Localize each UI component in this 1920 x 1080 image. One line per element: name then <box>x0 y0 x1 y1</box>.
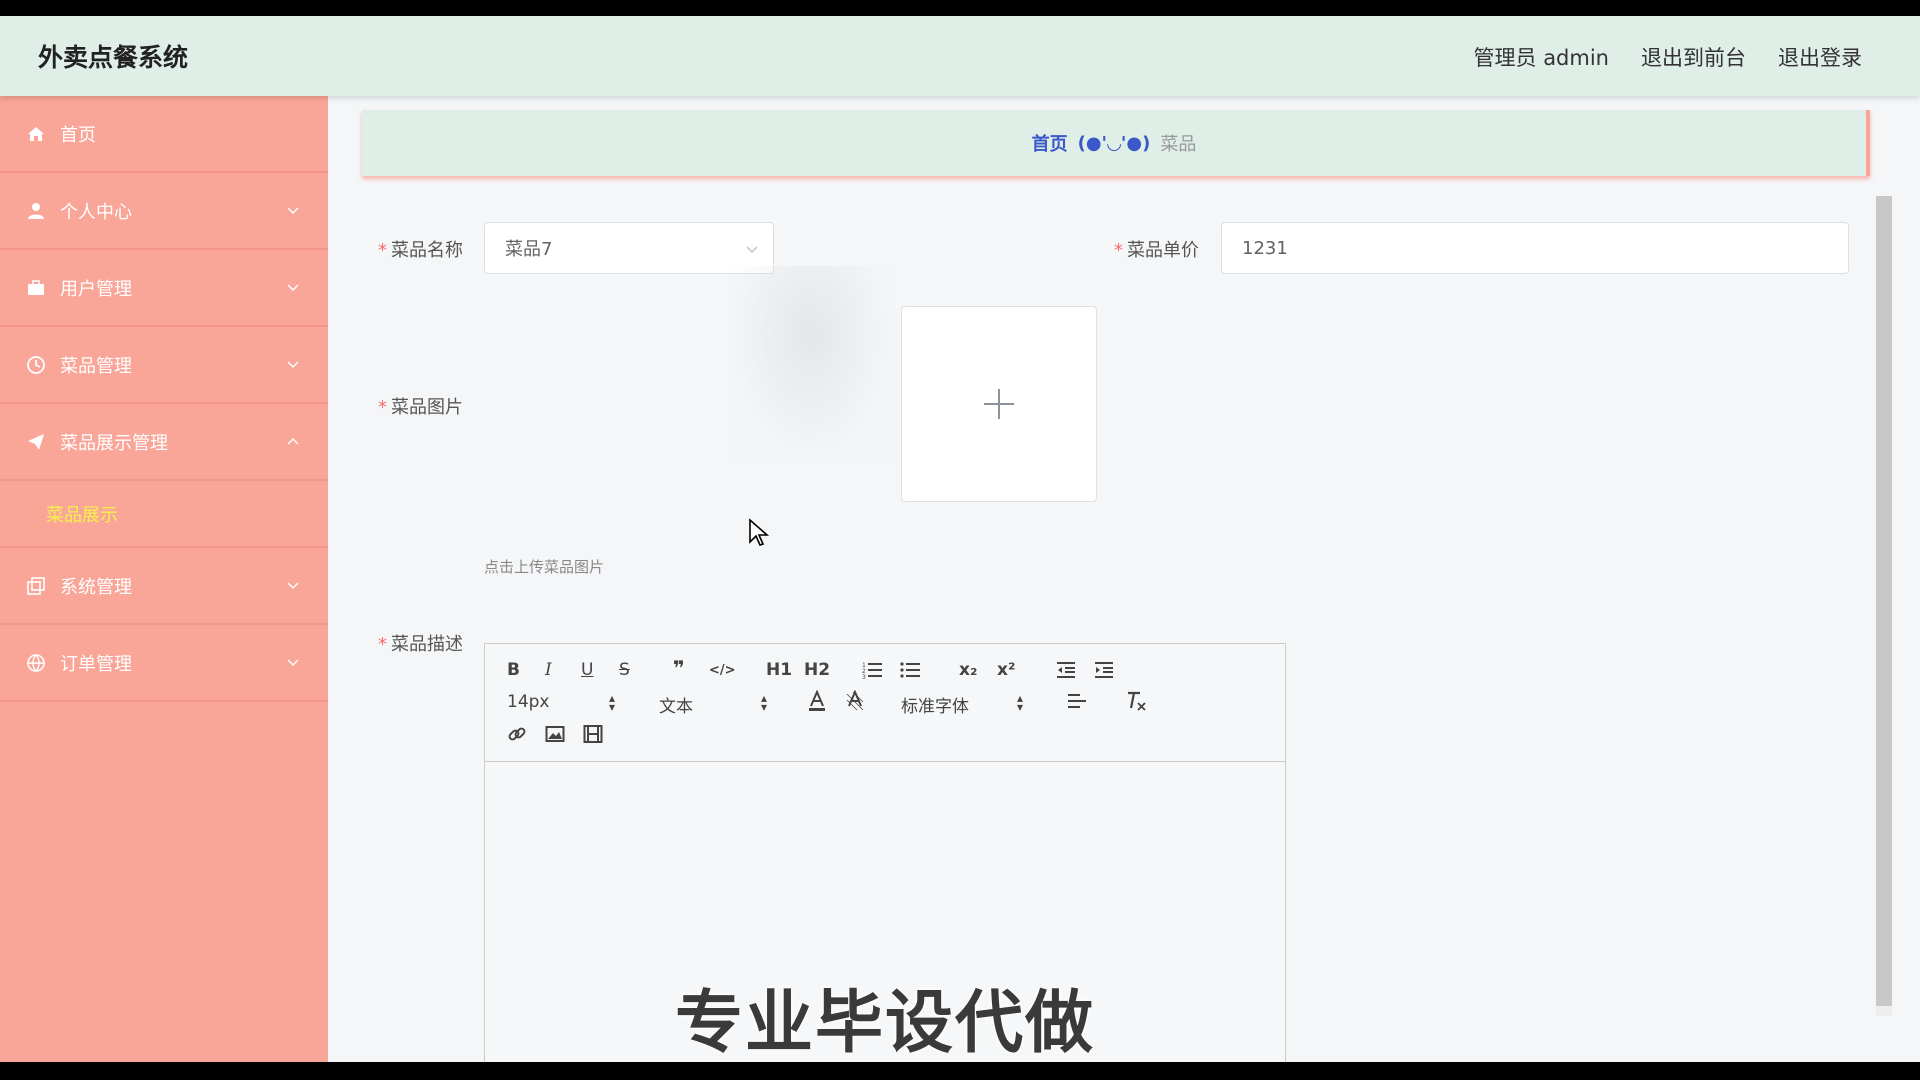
chevron-down-icon <box>287 582 299 590</box>
sidebar-item-profile[interactable]: 个人中心 <box>0 173 328 250</box>
main-content: 首页 (●'◡'●) 菜品 *菜品名称 菜品7 *菜品单价 *菜品图片 点击上传… <box>328 96 1900 1062</box>
editor-content-area[interactable]: 专业毕设代做 <box>485 762 1285 1062</box>
dish-price-label: * 菜品单价 <box>1114 240 1199 261</box>
align-left-icon <box>1068 694 1086 708</box>
align-button[interactable] <box>1067 692 1087 710</box>
strike-button[interactable]: S <box>619 659 630 681</box>
chevron-down-icon <box>287 659 299 667</box>
underline-button[interactable]: U <box>581 659 593 681</box>
dish-name-value: 菜品7 <box>505 239 553 260</box>
chevron-up-icon <box>287 437 299 445</box>
globe-icon <box>26 653 46 673</box>
sidebar-item-system[interactable]: 系统管理 <box>0 548 328 625</box>
mouse-pointer-icon <box>749 518 770 546</box>
font-color-icon <box>809 690 825 711</box>
sidebar-item-label: 菜品管理 <box>60 355 132 377</box>
italic-button[interactable]: I <box>545 659 552 681</box>
outdent-button[interactable] <box>1055 660 1077 680</box>
font-color-button[interactable] <box>807 690 827 712</box>
font-size-select[interactable]: 14px ▴ ▾ <box>507 691 619 714</box>
header-links: 管理员 admin 退出到前台 退出登录 <box>1474 42 1862 72</box>
sidebar-subitem-dish-display[interactable]: 菜品展示 <box>0 481 328 548</box>
code-block-button[interactable]: </> <box>709 660 736 682</box>
sidebar-item-label: 用户管理 <box>60 278 132 300</box>
breadcrumb-home-link[interactable]: 首页 <box>1032 130 1068 156</box>
header-format-select[interactable]: 文本 ▴ ▾ <box>659 692 771 717</box>
select-arrows-icon: ▴ ▾ <box>761 691 768 714</box>
briefcase-icon <box>26 278 46 298</box>
dish-price-input[interactable] <box>1221 222 1849 274</box>
image-button[interactable] <box>545 724 565 744</box>
editor-toolbar: B I U S ❞ </> H1 H2 123 x₂ x² 14px ▴ ▾ 文… <box>485 644 1285 762</box>
svg-text:3: 3 <box>862 674 866 680</box>
background-color-button[interactable] <box>845 690 865 712</box>
exit-to-frontend-link[interactable]: 退出到前台 <box>1641 42 1746 72</box>
paper-plane-icon <box>26 432 46 452</box>
indent-button[interactable] <box>1093 660 1115 680</box>
faded-background-image <box>728 266 893 461</box>
chevron-down-icon <box>287 207 299 215</box>
ordered-list-button[interactable]: 123 <box>862 660 884 680</box>
subscript-button[interactable]: x₂ <box>959 659 977 681</box>
sidebar-item-home[interactable]: 首页 <box>0 96 328 173</box>
top-header: 外卖点餐系统 管理员 admin 退出到前台 退出登录 <box>0 16 1920 96</box>
user-icon <box>26 201 46 221</box>
video-button[interactable] <box>583 724 603 744</box>
breadcrumb: 首页 (●'◡'●) 菜品 <box>362 110 1870 176</box>
admin-user-link[interactable]: 管理员 admin <box>1474 42 1609 72</box>
sidebar-item-dish-display[interactable]: 菜品展示管理 <box>0 404 328 481</box>
outdent-icon <box>1057 662 1075 678</box>
home-icon <box>26 124 46 144</box>
link-icon <box>508 727 526 741</box>
dish-desc-label: * 菜品描述 <box>378 634 463 655</box>
select-arrows-icon: ▴ ▾ <box>1017 691 1024 714</box>
bold-button[interactable]: B <box>507 659 520 681</box>
header1-button[interactable]: H1 <box>766 659 792 681</box>
sidebar-item-dishes[interactable]: 菜品管理 <box>0 327 328 404</box>
font-family-select[interactable]: 标准字体 ▴ ▾ <box>901 692 1027 717</box>
breadcrumb-current: 菜品 <box>1160 134 1197 155</box>
sidebar-item-label: 系统管理 <box>60 576 132 598</box>
logout-link[interactable]: 退出登录 <box>1778 42 1862 72</box>
page-scrollbar[interactable] <box>1876 196 1892 1016</box>
chevron-down-icon <box>746 246 758 254</box>
plus-icon <box>984 389 1014 419</box>
sidebar-item-label: 订单管理 <box>60 653 132 675</box>
clock-icon <box>26 355 46 375</box>
bullet-list-button[interactable] <box>900 660 922 680</box>
watermark-text: 专业毕设代做 <box>674 984 1095 1062</box>
link-button[interactable] <box>507 724 527 744</box>
sidebar-item-label: 首页 <box>60 124 96 146</box>
indent-icon <box>1095 662 1113 678</box>
ordered-list-icon: 123 <box>862 662 882 680</box>
superscript-button[interactable]: x² <box>997 659 1015 681</box>
dish-image-label: * 菜品图片 <box>378 397 463 418</box>
header2-button[interactable]: H2 <box>804 659 830 681</box>
sidebar-item-orders[interactable]: 订单管理 <box>0 625 328 702</box>
image-upload-hint: 点击上传菜品图片 <box>484 558 605 576</box>
video-icon <box>583 725 603 743</box>
background-color-icon <box>846 690 864 711</box>
sidebar-item-users[interactable]: 用户管理 <box>0 250 328 327</box>
select-arrows-icon: ▴ ▾ <box>609 691 616 714</box>
clear-format-icon <box>1128 691 1146 711</box>
chevron-down-icon <box>287 284 299 292</box>
chevron-down-icon <box>287 361 299 369</box>
sidebar-item-label: 个人中心 <box>60 201 132 223</box>
blockquote-button[interactable]: ❞ <box>673 657 685 679</box>
breadcrumb-separator: (●'◡'●) <box>1077 132 1151 154</box>
bullet-list-icon <box>900 662 920 678</box>
image-upload-button[interactable] <box>901 306 1097 502</box>
dish-name-label: * 菜品名称 <box>378 240 463 261</box>
app-window: 外卖点餐系统 管理员 admin 退出到前台 退出登录 首页 个人中心 用户管理 <box>0 16 1920 1062</box>
clear-format-button[interactable] <box>1125 690 1147 712</box>
image-icon <box>545 726 565 742</box>
sidebar: 首页 个人中心 用户管理 菜品管理 菜品展示管理 菜品展示 系统管理 订单管理 <box>0 96 328 1062</box>
rich-text-editor: B I U S ❞ </> H1 H2 123 x₂ x² 14px ▴ ▾ 文… <box>484 643 1286 1062</box>
app-title: 外卖点餐系统 <box>38 43 189 72</box>
copy-icon <box>26 576 46 596</box>
sidebar-item-label: 菜品展示管理 <box>60 432 168 454</box>
scrollbar-thumb[interactable] <box>1876 196 1892 1006</box>
